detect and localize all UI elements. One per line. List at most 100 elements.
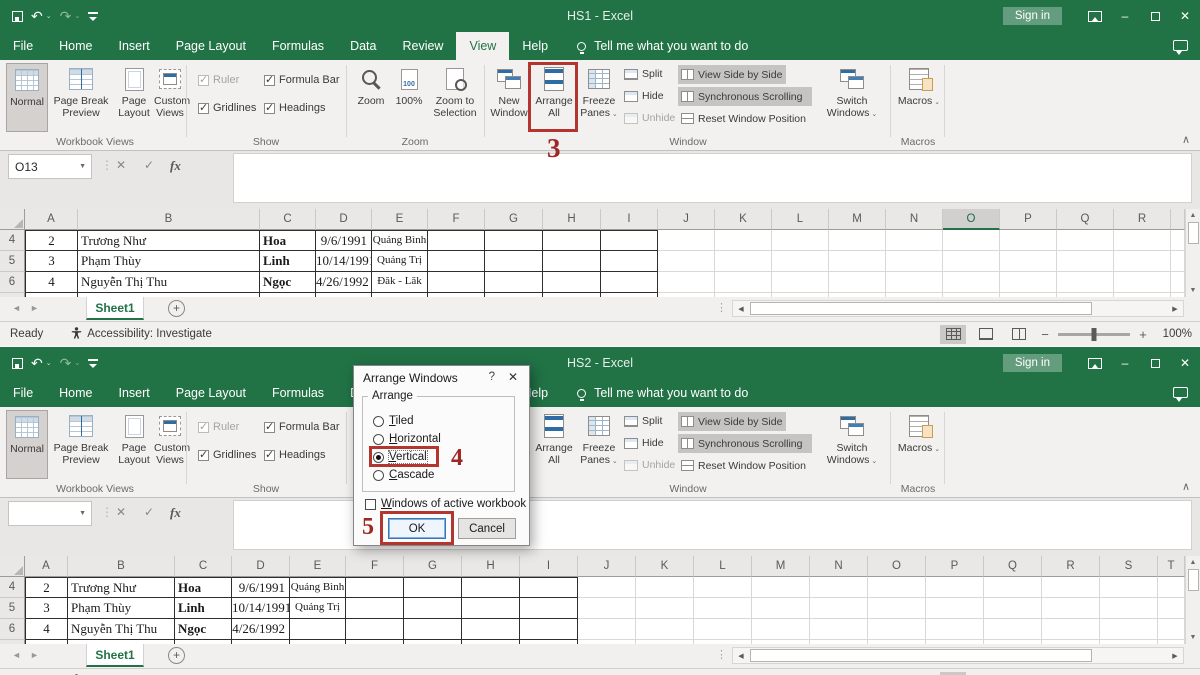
ribbon-custom-views-button[interactable]: Custom Views <box>154 63 186 132</box>
horizontal-scroll-thumb[interactable] <box>750 302 1092 315</box>
scroll-right-icon[interactable]: ▶ <box>1167 648 1183 663</box>
tell-me[interactable]: Tell me what you want to do <box>577 32 748 60</box>
column-header-h[interactable]: H <box>543 209 601 230</box>
collapse-ribbon-button[interactable]: ∧ <box>1182 480 1190 493</box>
cell[interactable] <box>829 251 886 272</box>
ribbon-page-break-preview-button[interactable]: Page Break Preview <box>50 410 112 479</box>
zoom-slider-thumb[interactable] <box>1092 328 1097 341</box>
column-header-m[interactable]: M <box>752 556 810 577</box>
cell[interactable] <box>658 272 715 293</box>
ribbon-display-options-button[interactable] <box>1080 0 1110 32</box>
row-header[interactable]: 5 <box>0 598 25 619</box>
cell[interactable] <box>636 619 694 640</box>
undo-button[interactable]: ↶ <box>31 356 43 370</box>
ribbon-normal-button[interactable]: Normal <box>6 63 48 132</box>
row-header[interactable]: 6 <box>0 272 25 293</box>
name-box[interactable]: O13▼ <box>8 154 92 179</box>
accessibility-status[interactable]: Accessibility: Investigate <box>71 327 212 342</box>
cell[interactable] <box>694 598 752 619</box>
cell[interactable] <box>428 251 485 272</box>
ribbon-gridlines-checkbox[interactable]: Gridlines <box>198 102 256 114</box>
column-header-b[interactable]: B <box>68 556 175 577</box>
column-header-s[interactable]: S <box>1100 556 1158 577</box>
column-header-l[interactable]: L <box>772 209 829 230</box>
save-button[interactable] <box>12 11 23 22</box>
customize-qat-button[interactable] <box>88 12 98 21</box>
radio-tiled[interactable]: Tiled <box>370 413 417 429</box>
column-header-l[interactable]: L <box>694 556 752 577</box>
zoom-level[interactable]: 100% <box>1156 328 1192 340</box>
dialog-close-button[interactable]: ✕ <box>508 370 518 384</box>
tab-home[interactable]: Home <box>46 32 105 60</box>
cell[interactable] <box>578 598 636 619</box>
cell[interactable] <box>1042 577 1100 598</box>
tab-page-layout[interactable]: Page Layout <box>163 32 259 60</box>
ribbon-100-button[interactable]: 100% <box>392 63 426 132</box>
new-sheet-button[interactable]: + <box>168 300 185 317</box>
ribbon-freeze-panes-button[interactable]: Freeze Panes ⌄ <box>578 63 620 132</box>
cell[interactable]: 4 <box>25 619 68 640</box>
column-header-g[interactable]: G <box>404 556 462 577</box>
cell[interactable] <box>868 598 926 619</box>
sheet-nav-right-icon[interactable]: ► <box>30 650 39 660</box>
cell[interactable] <box>346 619 404 640</box>
tab-file[interactable]: File <box>0 379 46 407</box>
cell[interactable] <box>1100 619 1158 640</box>
cell[interactable]: Quảng Trị <box>290 598 346 619</box>
tab-help[interactable]: Help <box>509 32 561 60</box>
cell[interactable]: 3 <box>25 598 68 619</box>
share-comment-button[interactable] <box>1173 387 1188 398</box>
cell[interactable]: 10/14/1991 <box>232 598 290 619</box>
column-header-j[interactable]: J <box>658 209 715 230</box>
ribbon-split-button[interactable]: Split <box>624 412 662 430</box>
cell[interactable] <box>715 251 772 272</box>
column-header-h[interactable]: H <box>462 556 520 577</box>
cell[interactable] <box>886 251 943 272</box>
ribbon-synchronous-scrolling-button[interactable]: Synchronous Scrolling <box>678 434 812 453</box>
cell[interactable] <box>1100 598 1158 619</box>
formula-enter-button[interactable]: ✓ <box>144 158 154 172</box>
cell[interactable]: Phạm Thùy <box>78 251 260 272</box>
cell[interactable] <box>1114 230 1171 251</box>
scrollbar-grip-icon[interactable]: ⋮ <box>716 301 727 314</box>
ribbon-formula-bar-checkbox[interactable]: Formula Bar <box>264 74 340 86</box>
cell[interactable] <box>543 272 601 293</box>
radio-horizontal[interactable]: Horizontal <box>370 431 444 447</box>
cell[interactable]: Phạm Thùy <box>68 598 175 619</box>
cell[interactable] <box>926 619 984 640</box>
restore-button[interactable] <box>1140 0 1170 32</box>
cell[interactable] <box>1042 598 1100 619</box>
cell[interactable] <box>752 577 810 598</box>
column-header-c[interactable]: C <box>260 209 316 230</box>
column-header-d[interactable]: D <box>316 209 372 230</box>
cell[interactable]: Linh <box>175 598 232 619</box>
formula-enter-button[interactable]: ✓ <box>144 505 154 519</box>
tab-insert[interactable]: Insert <box>106 32 163 60</box>
column-header-q[interactable]: Q <box>1057 209 1114 230</box>
insert-function-button[interactable]: fx <box>170 505 181 521</box>
cell[interactable] <box>485 272 543 293</box>
cell[interactable] <box>543 251 601 272</box>
ribbon-zoom-button[interactable]: Zoom <box>352 63 390 132</box>
formula-cancel-button[interactable]: ✕ <box>116 505 126 519</box>
cell[interactable]: 4/26/1992 <box>316 272 372 293</box>
radio-vertical[interactable]: Vertical <box>370 449 430 465</box>
cell[interactable] <box>1171 230 1185 251</box>
scroll-right-icon[interactable]: ▶ <box>1167 301 1183 316</box>
column-header-d[interactable]: D <box>232 556 290 577</box>
vertical-scrollbar[interactable]: ▲▼ <box>1185 209 1200 297</box>
cell[interactable] <box>404 619 462 640</box>
cell[interactable] <box>578 577 636 598</box>
ribbon-formula-bar-checkbox[interactable]: Formula Bar <box>264 421 340 433</box>
cell[interactable] <box>868 619 926 640</box>
cell[interactable] <box>943 272 1000 293</box>
cell[interactable] <box>1114 272 1171 293</box>
insert-function-button[interactable]: fx <box>170 158 181 174</box>
tab-review[interactable]: Review <box>389 32 456 60</box>
tab-file[interactable]: File <box>0 32 46 60</box>
cell[interactable] <box>943 251 1000 272</box>
share-comment-button[interactable] <box>1173 40 1188 51</box>
cell[interactable]: Trương Như <box>78 230 260 251</box>
cell[interactable] <box>926 577 984 598</box>
cell[interactable]: 10/14/1991 <box>316 251 372 272</box>
